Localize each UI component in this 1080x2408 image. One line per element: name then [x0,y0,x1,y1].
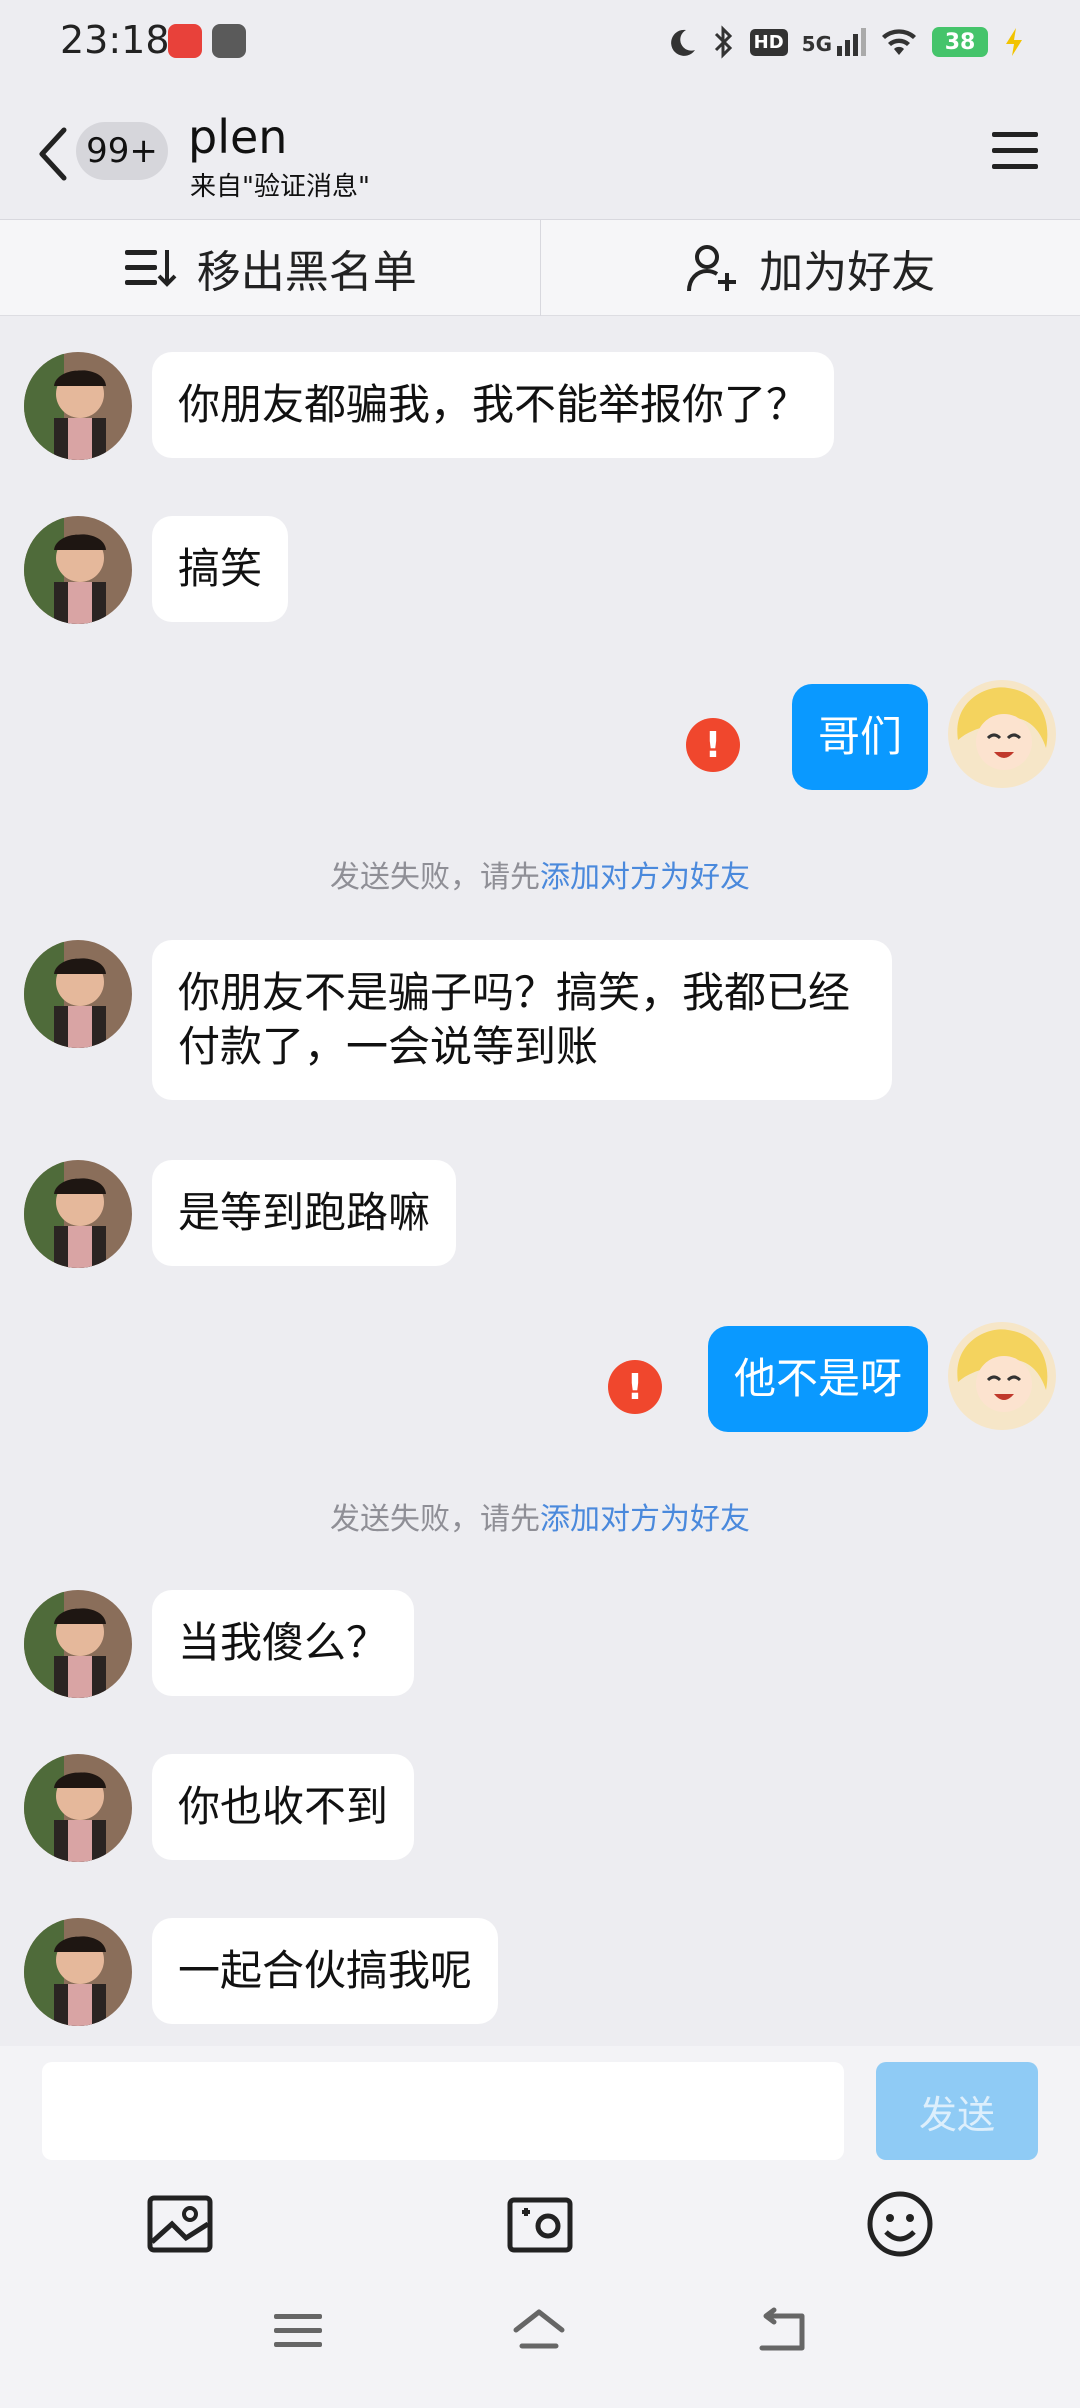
message-bubble[interactable]: 一起合伙搞我呢 [152,1918,499,2024]
emoji-icon[interactable] [864,2188,936,2260]
network-type: 5G [801,32,832,56]
contact-avatar[interactable] [24,1754,132,1862]
menu-icon[interactable] [992,130,1038,172]
send-failed-note: 发送失败，请先添加对方为好友 [0,852,1080,896]
message-bubble-outgoing[interactable]: 他不是呀 [707,1326,928,1432]
remove-blacklist-label: 移出黑名单 [196,246,417,298]
my-avatar[interactable] [948,680,1056,788]
contact-avatar[interactable] [24,1918,132,2026]
add-friend-button[interactable]: 加为好友 [541,220,1080,315]
camera-icon[interactable] [504,2188,576,2260]
message-list[interactable]: 你朋友都骗我，我不能举报你了？ 搞笑 哥们 ! 发送失败，请先添加对方为好友 你… [0,316,1080,2046]
contact-avatar[interactable] [24,516,132,624]
add-friend-link[interactable]: 添加对方为好友 [540,860,750,895]
contact-source: 来自"验证消息" [190,172,370,202]
list-remove-icon [124,249,177,287]
send-failed-icon[interactable]: ! [608,1360,662,1414]
unread-badge[interactable]: 99+ [76,122,168,180]
send-button[interactable]: 发送 [876,2062,1038,2160]
contact-name[interactable]: plen [188,110,287,164]
signal-indicator: 5G [802,28,866,56]
send-failed-note: 发送失败，请先添加对方为好友 [0,1494,1080,1538]
moon-icon [670,29,695,56]
message-bubble[interactable]: 当我傻么？ [152,1590,415,1696]
contact-avatar[interactable] [24,1160,132,1268]
back-arrow-icon[interactable] [34,124,74,184]
battery-indicator: 38 [932,27,988,57]
message-input[interactable] [42,2062,844,2160]
my-avatar[interactable] [948,1322,1056,1430]
remove-blacklist-button[interactable]: 移出黑名单 [0,220,540,315]
notification-app-icon [168,24,202,58]
contact-avatar[interactable] [24,352,132,460]
hd-badge: HD [749,28,788,56]
add-user-icon [687,244,737,291]
back-nav-icon[interactable] [754,2306,808,2354]
send-failed-text: 发送失败，请先 [330,1502,540,1537]
composer: 发送 [0,2046,1080,2408]
image-icon[interactable] [144,2188,216,2260]
status-time: 23:18 [60,18,170,62]
add-friend-label: 加为好友 [759,246,936,298]
charging-icon [1006,28,1022,56]
message-bubble[interactable]: 你朋友都骗我，我不能举报你了？ [152,352,835,458]
message-bubble[interactable]: 你也收不到 [152,1754,415,1860]
bluetooth-icon [714,25,732,59]
chat-header: 99+ plen 来自"验证消息" [0,84,1080,220]
home-nav-icon[interactable] [512,2306,566,2354]
message-bubble-outgoing[interactable]: 哥们 [791,684,928,790]
message-bubble[interactable]: 你朋友不是骗子吗？搞笑，我都已经付款了，一会说等到账 [152,940,892,1100]
contact-avatar[interactable] [24,940,132,1048]
contact-avatar[interactable] [24,1590,132,1698]
wifi-icon [882,29,916,55]
stranger-action-bar: 移出黑名单 加为好友 [0,220,1080,316]
send-failed-icon[interactable]: ! [686,718,740,772]
status-bar: 23:18 HD 5G 38 [0,0,1080,84]
status-indicators: HD 5G 38 [666,20,1026,64]
menu-nav-icon[interactable] [272,2306,326,2354]
notification-game-icon [212,24,246,58]
send-failed-text: 发送失败，请先 [330,860,540,895]
message-bubble[interactable]: 是等到跑路嘛 [152,1160,457,1266]
add-friend-link[interactable]: 添加对方为好友 [540,1502,750,1537]
message-bubble[interactable]: 搞笑 [152,516,289,622]
